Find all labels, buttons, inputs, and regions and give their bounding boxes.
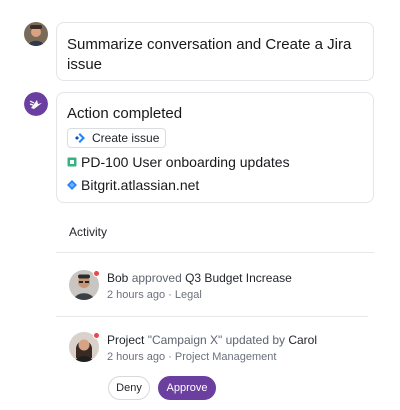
actor-name: Carol: [288, 333, 318, 347]
story-icon: [67, 157, 77, 167]
atlassian-site-icon: [67, 180, 77, 190]
meta-separator: ·: [168, 289, 172, 301]
activity-headline: Project "Campaign X" updated by Carol: [107, 333, 317, 347]
issue-line[interactable]: PD-100 User onboarding updates: [67, 152, 363, 172]
activity-item[interactable]: Bob approved Q3 Budget Increase 2 hours …: [56, 270, 374, 306]
activity-verb: updated by: [225, 333, 285, 347]
approve-button[interactable]: Approve: [158, 376, 216, 400]
user-message-card: Summarize conversation and Create a Jira…: [56, 22, 374, 81]
activity-quoted-name: "Campaign X": [147, 333, 223, 347]
actor-name: Bob: [107, 271, 129, 285]
bob-avatar: [69, 270, 100, 300]
site-link: Bitgrit.atlassian.net: [81, 177, 200, 193]
bot-message-card: Action completed Create issue PD-100 Use…: [56, 92, 374, 203]
activity-divider: [56, 252, 374, 253]
activity-time: 2 hours ago: [107, 351, 166, 363]
deny-button[interactable]: Deny: [108, 376, 150, 400]
site-line[interactable]: Bitgrit.atlassian.net: [67, 175, 363, 195]
jira-icon: [74, 132, 86, 144]
user-avatar: [24, 22, 48, 46]
activity-item[interactable]: Project "Campaign X" updated by Carol 2 …: [56, 332, 374, 368]
action-completed-title: Action completed: [67, 105, 183, 122]
bot-avatar: [24, 92, 48, 116]
activity-time: 2 hours ago: [107, 289, 166, 301]
user-message-text: Summarize conversation and Create a Jira…: [67, 36, 352, 73]
activity-meta: 2 hours ago · Legal: [107, 289, 202, 301]
activity-context: Project Management: [174, 351, 277, 363]
meta-separator: ·: [168, 351, 172, 363]
activity-verb: approved: [131, 271, 182, 285]
activity-context: Legal: [174, 289, 202, 301]
activity-meta: 2 hours ago · Project Management: [107, 351, 276, 363]
activity-object: Q3 Budget Increase: [185, 271, 292, 285]
issue-title: PD-100 User onboarding updates: [81, 154, 290, 170]
activity-headline: Bob approved Q3 Budget Increase: [107, 271, 292, 285]
carol-avatar: [69, 332, 100, 362]
activity-heading: Activity: [69, 225, 108, 239]
activity-subject: Project: [107, 333, 145, 347]
activity-divider: [56, 316, 368, 317]
create-issue-chip[interactable]: Create issue: [67, 128, 167, 148]
notification-dot: [93, 332, 100, 339]
notification-dot: [93, 270, 100, 277]
create-issue-label: Create issue: [92, 131, 160, 145]
